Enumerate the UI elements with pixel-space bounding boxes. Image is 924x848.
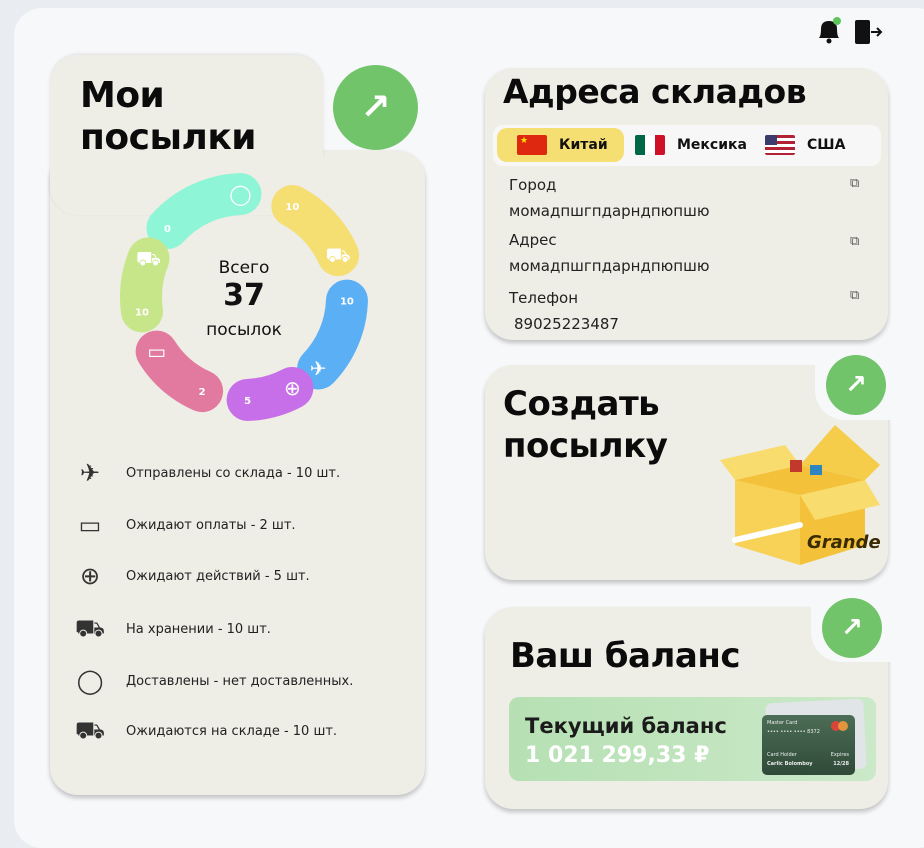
- truck-clock-icon: ⛟: [74, 715, 106, 744]
- card-holder: Carlic Bolomboy: [767, 761, 813, 767]
- copy-city-icon[interactable]: ⧉: [850, 176, 859, 191]
- card-icon: ▭: [147, 340, 166, 364]
- legend-text: На хранении - 10 шт.: [126, 621, 271, 637]
- address-label: Адрес: [509, 231, 557, 249]
- title-line: посылку: [503, 426, 668, 466]
- tab-label: Китай: [559, 137, 608, 153]
- card-expires: 12/28: [833, 761, 849, 767]
- legend-text: Ожидают оплаты - 2 шт.: [126, 517, 296, 533]
- total-label: Всего: [218, 258, 270, 278]
- check-circle-icon: ◯: [76, 667, 104, 695]
- tab-china[interactable]: ★ Китай: [497, 128, 624, 162]
- tab-label: США: [807, 137, 846, 153]
- segment-value: 10: [285, 202, 299, 213]
- plane-icon: ✈: [310, 357, 327, 381]
- plus-circle-icon: ⊕: [284, 376, 301, 400]
- cart-icon: ⛟: [326, 243, 351, 267]
- title-line: посылки: [80, 117, 257, 158]
- box-logo: Grande: [807, 532, 881, 553]
- tab-usa[interactable]: США: [745, 128, 875, 162]
- segment-value: 5: [244, 396, 251, 407]
- city-label: Город: [509, 176, 557, 194]
- bell-icon[interactable]: [815, 16, 843, 46]
- warehouses-title: Адреса складов: [503, 72, 807, 111]
- china-flag-icon: ★: [517, 135, 547, 155]
- create-parcel-button[interactable]: ↗: [826, 355, 886, 415]
- legend-item: ⛟ На хранении - 10 шт.: [72, 611, 271, 647]
- total-count: 37: [223, 278, 265, 313]
- phone-value: 89025223487: [514, 315, 619, 333]
- card-expires-label: Expires: [830, 752, 849, 758]
- bank-card: Master Card •••• •••• •••• 8372 Card Hol…: [762, 715, 855, 775]
- box-illustration: Grande: [720, 425, 881, 565]
- title-line: Мои: [80, 75, 165, 116]
- current-balance-label: Текущий баланс: [525, 714, 727, 738]
- legend-text: Отправлены со склада - 10 шт.: [126, 465, 341, 481]
- copy-address-icon[interactable]: ⧉: [850, 234, 859, 249]
- plus-circle-icon: ⊕: [79, 562, 101, 590]
- legend-text: Ожидаются на складе - 10 шт.: [126, 723, 338, 739]
- segment-value: 2: [199, 387, 206, 398]
- segment-value: 10: [340, 297, 354, 308]
- phone-label: Телефон: [509, 289, 579, 307]
- plane-icon: ✈: [79, 459, 101, 487]
- segment-value: 10: [135, 307, 149, 318]
- parcels-title: Мои посылки: [80, 75, 257, 159]
- tab-mexico[interactable]: Мексика: [615, 128, 755, 162]
- copy-phone-icon[interactable]: ⧉: [850, 288, 859, 303]
- mexico-flag-icon: [635, 135, 665, 155]
- legend-item: ⛟ Ожидаются на складе - 10 шт.: [72, 713, 337, 749]
- legend-item: ◯ Доставлены - нет доставленных.: [72, 663, 354, 699]
- cart-icon: ⛟: [74, 613, 106, 642]
- title-line: Создать: [503, 384, 660, 424]
- legend-text: Ожидают действий - 5 шт.: [126, 568, 310, 584]
- check-circle-icon: ◯: [229, 182, 251, 206]
- open-balance-button[interactable]: ↗: [822, 598, 882, 658]
- card-holder-label: Card Holder: [767, 752, 797, 758]
- usa-flag-icon: [765, 135, 795, 155]
- card-icon: ▭: [78, 511, 102, 539]
- city-value: момадпшгпдарндпюпшю: [509, 202, 710, 220]
- total-unit: посылок: [206, 320, 282, 340]
- balance-title: Ваш баланс: [510, 636, 740, 676]
- legend-item: ▭ Ожидают оплаты - 2 шт.: [72, 507, 296, 543]
- create-parcel-title: Создать посылку: [503, 383, 668, 467]
- mastercard-logo-icon: [831, 721, 849, 731]
- address-value: момадпшгпдарндпюпшю: [509, 257, 710, 275]
- open-parcels-button[interactable]: ↗: [333, 65, 418, 150]
- legend-text: Доставлены - нет доставленных.: [126, 673, 354, 689]
- logout-icon[interactable]: [853, 18, 883, 46]
- legend-item: ✈ Отправлены со склада - 10 шт.: [72, 455, 340, 491]
- truck-clock-icon: ⛟: [136, 246, 161, 270]
- segment-value: 0: [164, 224, 171, 235]
- current-balance-box: Текущий баланс 1 021 299,33 ₽ Master Car…: [509, 697, 876, 781]
- balance-amount: 1 021 299,33 ₽: [525, 743, 710, 768]
- tab-label: Мексика: [677, 137, 747, 153]
- legend-item: ⊕ Ожидают действий - 5 шт.: [72, 558, 310, 594]
